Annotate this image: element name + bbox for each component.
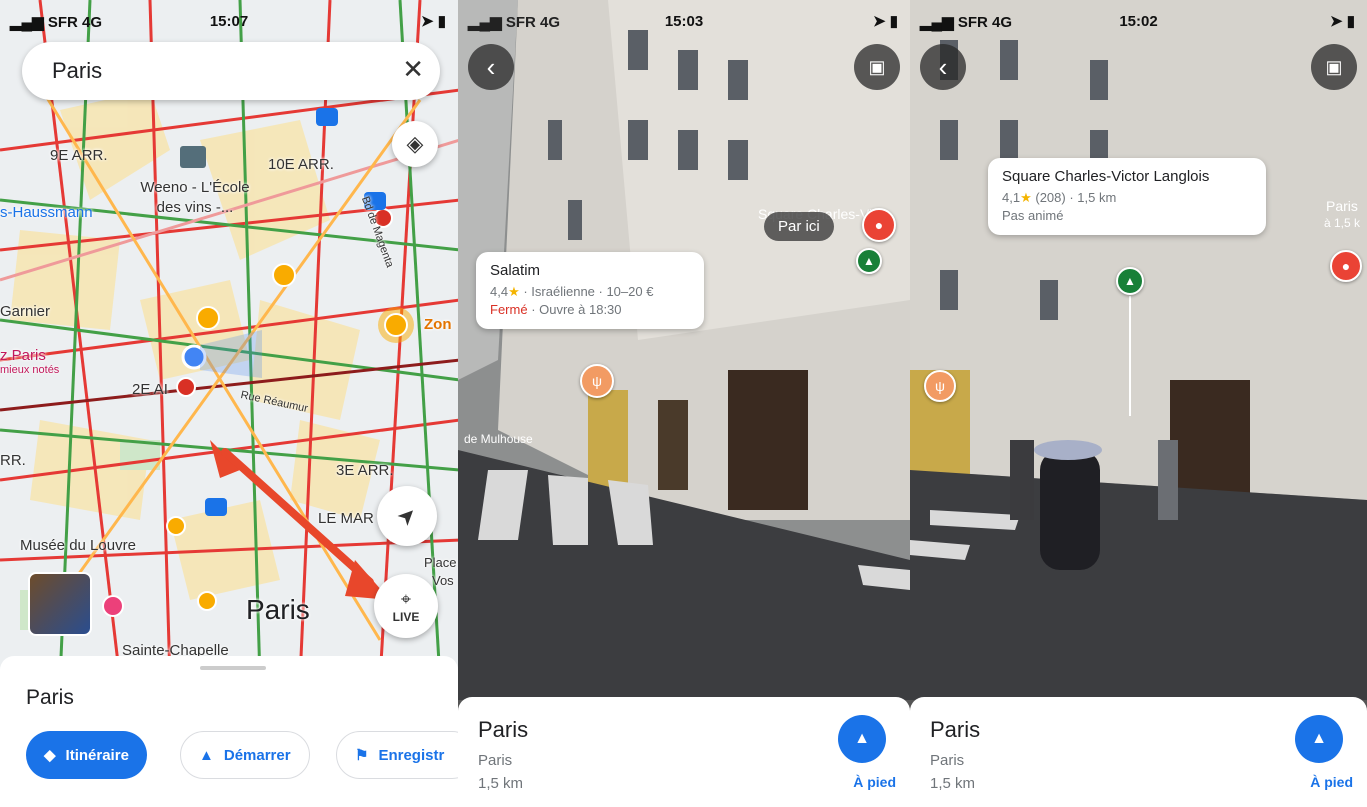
battery-icon: ➤ ▮ bbox=[421, 13, 446, 30]
place-info-bubble[interactable]: Salatim 4,4★ · Israélienne · 10–20 € Fer… bbox=[476, 252, 704, 329]
layers-icon: ◈ bbox=[406, 131, 424, 156]
map-label-vos: Vos bbox=[432, 573, 454, 588]
walk-mode-label: À pied bbox=[1310, 774, 1353, 790]
status-time: 15:02 bbox=[1119, 13, 1158, 30]
bookmark-icon: ⚑ bbox=[355, 747, 369, 764]
feedback-button[interactable]: ▣ bbox=[1311, 44, 1357, 90]
restaurant-icon[interactable]: ψ bbox=[580, 364, 614, 398]
directions-icon: ◆ bbox=[44, 747, 56, 764]
destination-title: Paris bbox=[478, 717, 529, 742]
map-label-le-marais: LE MAR bbox=[318, 510, 374, 527]
live-label: LIVE bbox=[392, 609, 420, 624]
status-bar: ▂▄▆ SFR 4G 15:03 ➤ ▮ bbox=[458, 8, 910, 34]
map-label-zparis: z Paris bbox=[0, 347, 46, 364]
directions-label: Itinéraire bbox=[65, 746, 129, 764]
status-bar: ▂▄▆ SFR 4G 15:02 ➤ ▮ bbox=[910, 8, 1367, 34]
battery-icon: ➤ ▮ bbox=[1330, 13, 1355, 30]
map-label-weeno: Weeno - L'École des vins -... bbox=[140, 179, 250, 216]
place-name: Square Charles-Victor Langlois bbox=[1002, 168, 1210, 185]
map-label-mieux-notes: mieux notés bbox=[0, 364, 60, 376]
street-label: de Mulhouse bbox=[464, 432, 533, 446]
destination-distance: 1,5 km bbox=[478, 775, 524, 792]
live-view-button[interactable]: ⌖ LIVE bbox=[374, 574, 438, 638]
feedback-icon: ▣ bbox=[868, 56, 886, 77]
back-arrow-icon: ‹ bbox=[486, 51, 496, 82]
navigation-icon: ▲ bbox=[854, 730, 870, 747]
place-rating: 4,4 bbox=[490, 284, 509, 299]
navigation-icon: ▲ bbox=[1311, 730, 1327, 747]
map-label-garnier: Garnier bbox=[0, 303, 51, 320]
feedback-icon: ▣ bbox=[1325, 56, 1343, 77]
walk-mode-button[interactable]: ▲ bbox=[1295, 715, 1343, 763]
map-label-10e-arr: 10E ARR. bbox=[268, 156, 334, 173]
battery-icon: ➤ ▮ bbox=[873, 13, 898, 30]
save-button[interactable]: ⚑ Enregistr bbox=[336, 731, 458, 779]
place-info-bubble[interactable]: Square Charles-Victor Langlois 4,1★ (208… bbox=[988, 158, 1266, 235]
map-label-3e-arr: 3E ARR. bbox=[336, 462, 394, 479]
my-location-button[interactable]: ➤ bbox=[377, 486, 437, 546]
live-view-screen-2: ▂▄▆ SFR 4G 15:02 ➤ ▮ ‹ ▣ Square Charles-… bbox=[910, 0, 1367, 807]
this-way-pill: Par ici bbox=[764, 212, 834, 241]
search-input[interactable]: Paris bbox=[52, 58, 102, 84]
destination-card[interactable]: Paris Paris 1,5 km ▲ À pied bbox=[910, 697, 1367, 807]
start-label: Démarrer bbox=[223, 746, 291, 764]
map-screen: ▂▄▆ SFR 4G 15:07 ➤ ▮ Paris ✕ 9E ARR. 10E… bbox=[0, 0, 458, 807]
place-name: Salatim bbox=[490, 262, 541, 279]
crowd-status: Pas animé bbox=[1002, 208, 1064, 223]
camera-scene bbox=[910, 0, 1367, 700]
edge-place-label: Paris bbox=[1326, 198, 1358, 214]
park-icon[interactable]: ▲ bbox=[1116, 267, 1144, 295]
street-view-thumbnail[interactable] bbox=[28, 572, 92, 636]
bottom-sheet: Paris ◆ Itinéraire ▲ Démarrer ⚑ Enregist… bbox=[0, 656, 458, 807]
directions-button[interactable]: ◆ Itinéraire bbox=[26, 731, 147, 779]
restaurant-icon[interactable]: ψ bbox=[924, 370, 956, 402]
layers-button[interactable]: ◈ bbox=[392, 121, 438, 167]
park-icon[interactable]: ▲ bbox=[856, 248, 882, 274]
map-pin-icon[interactable]: ● bbox=[862, 208, 896, 242]
navigation-arrow-icon: ➤ bbox=[391, 500, 423, 532]
start-button[interactable]: ▲ Démarrer bbox=[180, 731, 310, 779]
place-title: Paris bbox=[26, 686, 74, 709]
destination-city: Paris bbox=[930, 752, 965, 769]
status-bar: ▂▄▆ SFR 4G 15:07 ➤ ▮ bbox=[0, 8, 458, 34]
map-label-rr: RR. bbox=[0, 452, 26, 469]
camera-scene bbox=[458, 0, 910, 700]
place-rating: 4,1 bbox=[1002, 190, 1021, 205]
back-button[interactable]: ‹ bbox=[920, 44, 966, 90]
map-label-louvre: Musée du Louvre bbox=[20, 537, 136, 554]
destination-city: Paris bbox=[478, 752, 513, 769]
save-label: Enregistr bbox=[378, 746, 445, 764]
destination-title: Paris bbox=[930, 717, 981, 742]
feedback-button[interactable]: ▣ bbox=[854, 44, 900, 90]
status-time: 15:03 bbox=[664, 13, 704, 30]
search-bar[interactable]: Paris ✕ bbox=[22, 42, 440, 100]
destination-card[interactable]: Paris Paris 1,5 km ▲ À pied bbox=[458, 697, 910, 807]
back-button[interactable]: ‹ bbox=[468, 44, 514, 90]
live-view-screen-1: ▂▄▆ SFR 4G 15:03 ➤ ▮ ‹ ▣ Square Charles-… bbox=[458, 0, 910, 807]
map-label-2e-arr: 2E AI bbox=[132, 381, 168, 398]
closed-status: Fermé bbox=[490, 302, 528, 317]
close-icon[interactable]: ✕ bbox=[402, 54, 424, 85]
back-arrow-icon: ‹ bbox=[938, 51, 948, 82]
map-label-place: Place bbox=[424, 555, 457, 570]
place-meta: (208) · 1,5 km bbox=[1035, 190, 1117, 205]
edge-distance-label: à 1,5 k bbox=[1324, 216, 1361, 230]
star-icon: ★ bbox=[1020, 190, 1032, 205]
pin-stem bbox=[1129, 296, 1131, 416]
opening-time: · Ouvre à 18:30 bbox=[531, 302, 622, 317]
map-pin-icon[interactable]: ● bbox=[1330, 250, 1362, 282]
place-meta: · Israélienne · 10–20 € bbox=[523, 284, 654, 299]
walk-mode-button[interactable]: ▲ bbox=[838, 715, 886, 763]
ar-pin-icon: ⌖ bbox=[400, 588, 412, 609]
sheet-handle[interactable] bbox=[200, 666, 266, 670]
star-icon: ★ bbox=[508, 284, 520, 299]
map-label-9e-arr: 9E ARR. bbox=[50, 147, 108, 164]
map-label-haussmann: s-Haussmann bbox=[0, 204, 93, 221]
map-label-zone: Zon bbox=[424, 316, 452, 333]
walk-mode-label: À pied bbox=[853, 774, 896, 790]
status-time: 15:07 bbox=[209, 13, 249, 30]
navigation-icon: ▲ bbox=[199, 746, 214, 764]
map-label-paris: Paris bbox=[246, 594, 310, 625]
destination-distance: 1,5 km bbox=[930, 775, 976, 792]
